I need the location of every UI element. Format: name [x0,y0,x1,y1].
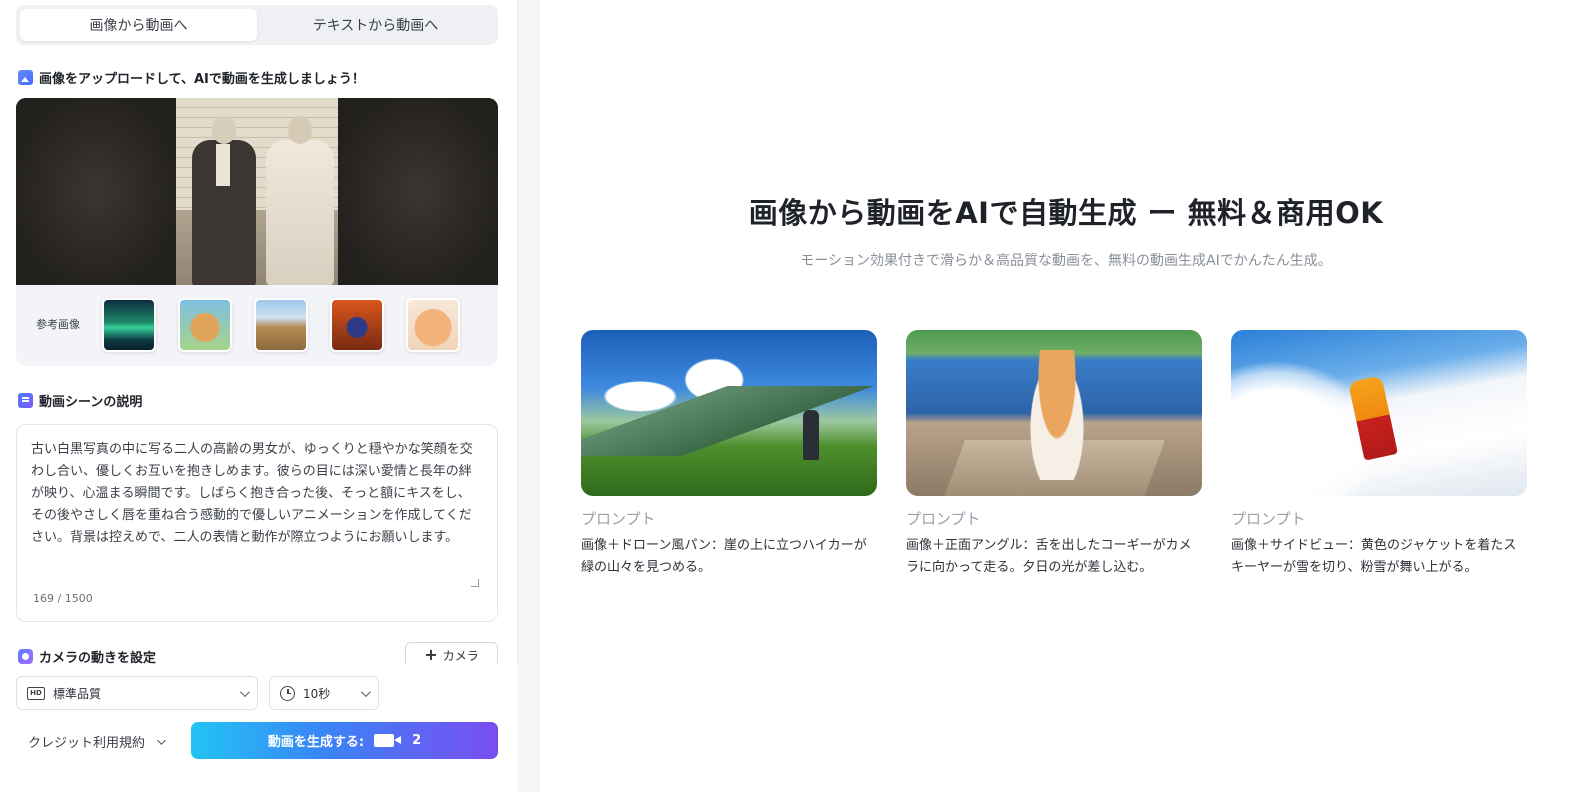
example-label: プロンプト [581,510,656,528]
image-icon [18,70,33,85]
example-image-hiker[interactable] [581,330,877,496]
chevron-down-icon [157,735,166,745]
plus-icon: + [424,645,438,664]
example-label: プロンプト [906,510,981,528]
example-description: 画像＋ドローン風パン：崖の上に立つハイカーが緑の山々を見つめる。 [581,538,867,575]
example-card-skier[interactable]: プロンプト 画像＋サイドビュー：黄色のジャケットを着たスキーヤーが雪を切り、粉雪… [1231,330,1527,579]
reference-thumb-aurora[interactable] [102,298,156,352]
uploaded-photo[interactable] [16,98,498,285]
photo-old-couple [176,98,338,285]
generate-video-button[interactable]: 動画を生成する: 2 [191,722,498,759]
edit-icon [18,393,33,408]
description-section-title: 動画シーンの説明 [18,391,142,410]
reference-thumb-hiker[interactable] [254,298,308,352]
duration-select[interactable]: 10秒 [269,676,379,710]
chevron-down-icon [360,686,371,697]
mode-tabs: 画像から動画へ テキストから動画へ [16,5,498,45]
left-panel: 画像から動画へ テキストから動画へ 画像をアップロードして、AIで動画を生成しま… [0,0,518,792]
example-card-hiker[interactable]: プロンプト 画像＋ドローン風パン：崖の上に立つハイカーが緑の山々を見つめる。 [581,330,877,579]
photo-blur-right [338,98,498,285]
reference-thumb-cat[interactable] [406,298,460,352]
upload-title-text: 画像をアップロードして、AIで動画を生成しましょう！ [39,72,365,87]
upload-card[interactable]: 参考画像 [16,98,498,366]
example-image-skier[interactable] [1231,330,1527,496]
description-title-text: 動画シーンの説明 [39,395,143,410]
example-description: 画像＋正面アングル：舌を出したコーギーがカメラに向かって走る。夕日の光が差し込む… [906,538,1192,575]
reference-thumb-bottle[interactable] [330,298,384,352]
example-label: プロンプト [1231,510,1306,528]
character-counter: 169 / 1500 [33,592,93,605]
bottom-bar: HD 標準品質 10秒 クレジット利用規約 動画を生成する: 2 [0,664,518,792]
generate-cost: 2 [412,733,422,748]
credit-terms-label: クレジット利用規約 [28,736,146,751]
quality-select[interactable]: HD 標準品質 [16,676,258,710]
clock-icon [280,685,295,701]
reference-thumb-bear[interactable] [178,298,232,352]
tab-text-to-video[interactable]: テキストから動画へ [257,9,494,41]
hero-subtitle: モーション効果付きで滑らか＆高品質な動画を、無料の動画生成AIでかんたん生成。 [800,253,1332,269]
quality-value: 標準品質 [53,686,102,701]
man-figure [188,116,258,285]
description-text[interactable]: 古い白黒写真の中に写る二人の高齢の男女が、ゆっくりと穏やかな笑顔を交わし合い、優… [31,439,483,579]
upload-section-title: 画像をアップロードして、AIで動画を生成しましょう！ [18,68,365,87]
description-textarea[interactable]: 古い白黒写真の中に写る二人の高齢の男女が、ゆっくりと穏やかな笑顔を交わし合い、優… [16,424,498,622]
woman-figure [264,116,334,285]
example-description: 画像＋サイドビュー：黄色のジャケットを着たスキーヤーが雪を切り、粉雪が舞い上がる… [1231,538,1517,575]
right-panel: 画像から動画をAIで自動生成 ー 無料＆商用OK モーション効果付きで滑らか＆高… [540,0,1592,792]
camera-icon [18,649,33,664]
example-card-corgi[interactable]: プロンプト 画像＋正面アングル：舌を出したコーギーがカメラに向かって走る。夕日の… [906,330,1202,579]
credit-terms-dropdown[interactable]: クレジット利用規約 [28,732,166,751]
tab-image-to-video[interactable]: 画像から動画へ [20,9,257,41]
generate-label: 動画を生成する: [267,735,365,750]
photo-blur-left [16,98,176,285]
resize-handle-icon[interactable] [471,579,479,587]
example-image-corgi[interactable] [906,330,1202,496]
video-camera-icon [374,734,402,747]
add-camera-label: カメラ [442,648,479,663]
hd-icon: HD [27,686,45,700]
reference-images-label: 参考画像 [36,318,80,331]
hero-title: 画像から動画をAIで自動生成 ー 無料＆商用OK [748,196,1384,230]
duration-value: 10秒 [303,686,331,701]
chevron-down-icon [239,686,250,697]
